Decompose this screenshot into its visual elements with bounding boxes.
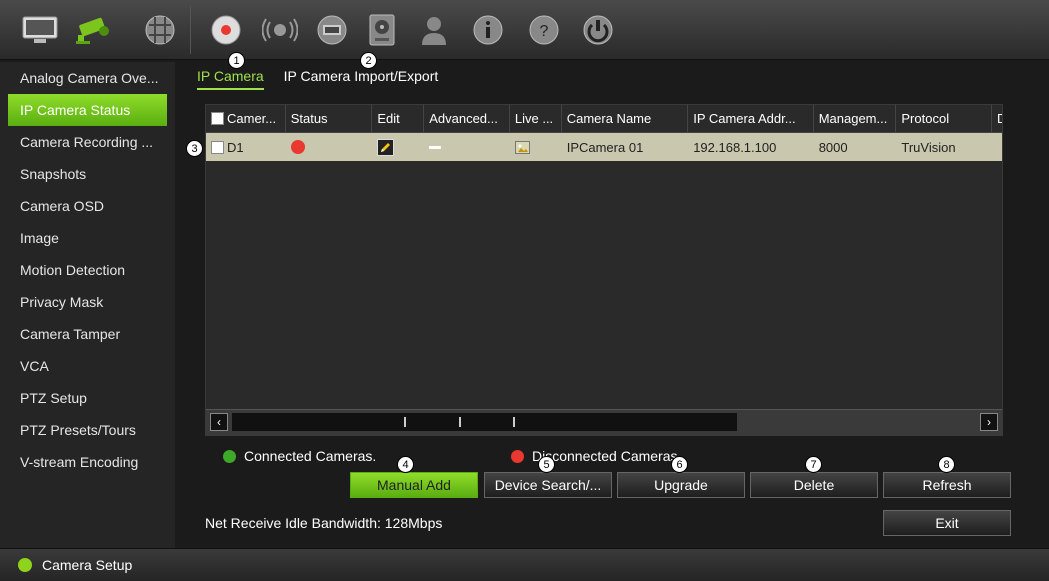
callout-4: 4: [397, 456, 414, 473]
tab-ip-camera[interactable]: IP Camera: [197, 68, 264, 90]
delete-button[interactable]: Delete: [750, 472, 878, 498]
scroll-right-icon[interactable]: ›: [980, 413, 998, 431]
record-icon[interactable]: [204, 8, 248, 52]
table-row[interactable]: D1 IPCamera 01 192.168.1.100 8000 TruVis…: [206, 133, 1002, 161]
header-d[interactable]: D: [992, 105, 1002, 132]
callout-7: 7: [805, 456, 822, 473]
connected-dot-icon: [223, 449, 236, 463]
sidebar-item-snapshots[interactable]: Snapshots: [8, 158, 167, 190]
sidebar-item-v-stream-encoding[interactable]: V-stream Encoding: [8, 446, 167, 478]
status-bar-label: Camera Setup: [42, 557, 133, 573]
callout-6: 6: [671, 456, 688, 473]
sidebar-item-camera-osd[interactable]: Camera OSD: [8, 190, 167, 222]
sidebar-item-privacy-mask[interactable]: Privacy Mask: [8, 286, 167, 318]
select-all-checkbox[interactable]: [211, 112, 224, 125]
sidebar-item-motion-detection[interactable]: Motion Detection: [8, 254, 167, 286]
toolbar-divider: [190, 6, 191, 54]
scrollbar-grip: [459, 417, 461, 427]
scrollbar-thumb[interactable]: [232, 413, 737, 431]
sidebar-item-analog-camera-overview[interactable]: Analog Camera Ove...: [8, 62, 167, 94]
cell-camera-name: IPCamera 01: [562, 133, 689, 161]
cell-status: [286, 133, 373, 161]
help-icon[interactable]: ?: [522, 8, 566, 52]
exit-button[interactable]: Exit: [883, 510, 1011, 536]
table-header: Camer... Status Edit Advanced... Live ..…: [206, 105, 1002, 133]
refresh-button[interactable]: Refresh: [883, 472, 1011, 498]
sidebar-item-ptz-setup[interactable]: PTZ Setup: [8, 382, 167, 414]
header-status[interactable]: Status: [286, 105, 373, 132]
status-bar: Camera Setup: [0, 548, 1049, 581]
horizontal-scrollbar[interactable]: ‹ ›: [206, 409, 1002, 435]
bandwidth-label: Net Receive Idle Bandwidth: 128Mbps: [205, 515, 443, 531]
monitor-icon[interactable]: [18, 8, 62, 52]
live-view-icon[interactable]: [514, 140, 530, 154]
camera-setup-icon: [18, 558, 32, 572]
cell-d: [992, 133, 1002, 161]
sidebar-item-ip-camera-status[interactable]: IP Camera Status: [8, 94, 167, 126]
main-panel: IP Camera IP Camera Import/Export Camer.…: [177, 62, 1049, 548]
scrollbar-grip: [404, 417, 406, 427]
device-icon[interactable]: [310, 8, 354, 52]
manual-add-button[interactable]: Manual Add: [350, 472, 478, 498]
advanced-none-icon: [429, 145, 442, 149]
tab-bar: IP Camera IP Camera Import/Export: [197, 68, 438, 90]
legend-connected: Connected Cameras.: [223, 448, 376, 464]
callout-3: 3: [186, 140, 203, 157]
svg-text:?: ?: [540, 23, 549, 40]
cell-live-view: [510, 133, 562, 161]
sidebar-item-camera-recording[interactable]: Camera Recording ...: [8, 126, 167, 158]
sidebar-item-camera-tamper[interactable]: Camera Tamper: [8, 318, 167, 350]
header-camera-name[interactable]: Camera Name: [562, 105, 689, 132]
power-icon[interactable]: [576, 8, 620, 52]
network-icon[interactable]: [138, 8, 182, 52]
top-toolbar: ?: [0, 0, 1049, 60]
sidebar: Analog Camera Ove... IP Camera Status Ca…: [0, 62, 175, 548]
edit-icon[interactable]: [377, 138, 395, 156]
status-disconnected-icon: [290, 140, 305, 154]
header-protocol[interactable]: Protocol: [896, 105, 993, 132]
header-camera[interactable]: Camer...: [206, 105, 286, 132]
cell-ip-address: 192.168.1.100: [688, 133, 814, 161]
callout-5: 5: [538, 456, 555, 473]
row-checkbox[interactable]: [211, 140, 224, 154]
camera-icon[interactable]: [72, 8, 116, 52]
header-management-port[interactable]: Managem...: [814, 105, 897, 132]
header-ip-address[interactable]: IP Camera Addr...: [688, 105, 814, 132]
device-search-button[interactable]: Device Search/...: [484, 472, 612, 498]
cell-management-port: 8000: [814, 133, 897, 161]
cell-protocol: TruVision: [896, 133, 993, 161]
header-live-view[interactable]: Live ...: [510, 105, 562, 132]
tab-ip-camera-import-export[interactable]: IP Camera Import/Export: [284, 68, 439, 90]
cell-camera: D1: [206, 133, 286, 161]
cell-edit: [372, 133, 425, 161]
sidebar-item-image[interactable]: Image: [8, 222, 167, 254]
callout-8: 8: [938, 456, 955, 473]
callout-2: 2: [360, 52, 377, 69]
camera-table: Camer... Status Edit Advanced... Live ..…: [205, 104, 1003, 436]
legend-disconnected: Disconnected Cameras.: [511, 448, 681, 464]
disconnected-dot-icon: [511, 449, 524, 463]
scrollbar-grip: [513, 417, 515, 427]
hdd-icon[interactable]: [360, 8, 404, 52]
app-window: ? Analog Camera Ove... IP Camera Status …: [0, 0, 1049, 581]
callout-1: 1: [228, 52, 245, 69]
info-icon[interactable]: [466, 8, 510, 52]
sidebar-item-ptz-presets-tours[interactable]: PTZ Presets/Tours: [8, 414, 167, 446]
alarm-icon[interactable]: [258, 8, 302, 52]
header-edit[interactable]: Edit: [372, 105, 425, 132]
cell-advanced: [424, 133, 510, 161]
header-advanced[interactable]: Advanced...: [424, 105, 510, 132]
sidebar-item-vca[interactable]: VCA: [8, 350, 167, 382]
scroll-left-icon[interactable]: ‹: [210, 413, 228, 431]
upgrade-button[interactable]: Upgrade: [617, 472, 745, 498]
user-icon[interactable]: [412, 8, 456, 52]
